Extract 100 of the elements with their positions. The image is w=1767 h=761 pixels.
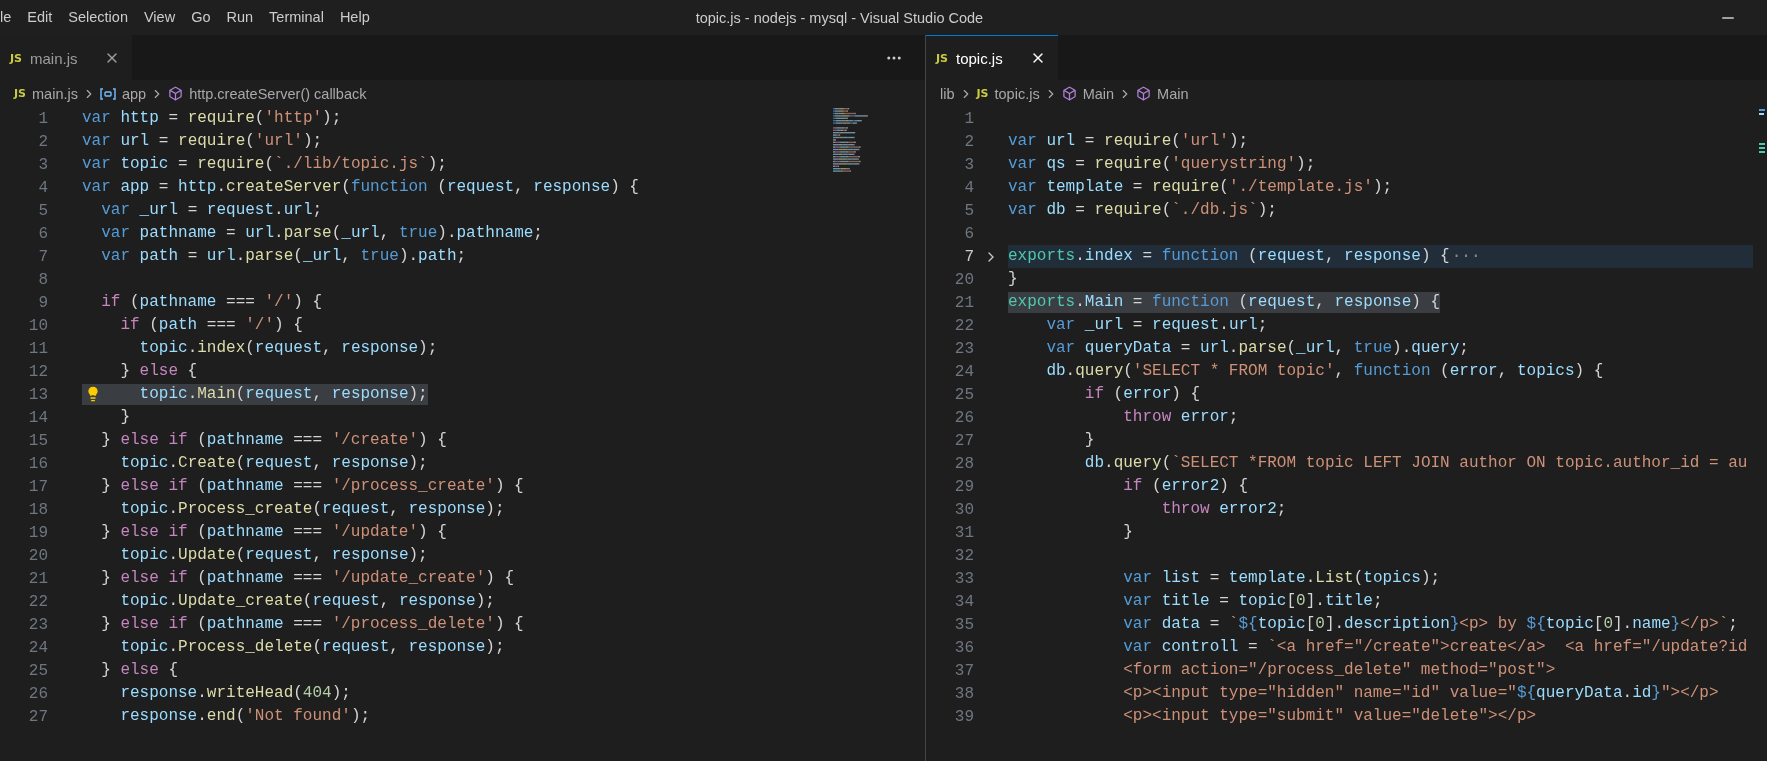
line-number: 24 — [28, 638, 48, 657]
line-number: 21 — [28, 569, 48, 588]
code-line: var title = topic[0].title; — [1122, 591, 1383, 612]
code-line: if (pathname === '/') { — [100, 292, 323, 313]
line-number: 4 — [38, 178, 48, 197]
code-line: } else if (pathname === '/process_create') { — [100, 476, 524, 497]
code-line: topic.Create(request, response); — [119, 453, 428, 474]
line-number: 20 — [28, 546, 48, 565]
lightbulb-icon[interactable] — [85, 386, 101, 402]
code-line: throw error; — [1122, 407, 1239, 428]
code-line: var app = http.createServer(function (request, response) { — [82, 177, 639, 198]
line-number: 26 — [28, 684, 48, 703]
menu-item[interactable]: Edit — [19, 0, 61, 35]
code-line: db.query('SELECT * FROM topic', function (error, topics) { — [1045, 361, 1604, 382]
js-file-icon: JS — [14, 87, 26, 100]
line-number: 11 — [28, 339, 48, 358]
code-line: } else if (pathname === '/process_delete') { — [100, 614, 524, 635]
line-number: 3 — [964, 155, 974, 174]
menu-item[interactable]: Run — [218, 0, 262, 35]
line-number: 5 — [964, 201, 974, 220]
line-number: 2 — [38, 132, 48, 151]
menu-item[interactable]: Go — [183, 0, 219, 35]
line-number: 27 — [954, 431, 974, 450]
breadcrumb-item[interactable]: http.createServer() callback — [189, 85, 367, 102]
line-number: 24 — [954, 362, 974, 381]
line-number: 39 — [954, 707, 974, 726]
line-number: 21 — [954, 293, 974, 312]
line-number: 8 — [38, 270, 48, 289]
menu-item[interactable]: Terminal — [261, 0, 332, 35]
code-line: } else { — [100, 660, 178, 681]
line-number: 30 — [954, 500, 974, 519]
line-number: 28 — [954, 454, 974, 473]
code-line: <p><input type="submit" value="delete"></p> — [1122, 706, 1537, 727]
menu-item[interactable]: Selection — [60, 0, 136, 35]
menu-item[interactable]: Help — [331, 0, 378, 35]
code-line: <p><input type="hidden" name="id" value="${queryData.id}"></p> — [1122, 683, 1719, 704]
code-line: var url = require('url'); — [1008, 131, 1249, 152]
breadcrumb-item[interactable]: Main — [1082, 85, 1115, 102]
line-number: 34 — [954, 592, 974, 611]
line-number: 38 — [954, 684, 974, 703]
code-line: var list = template.List(topics); — [1122, 568, 1441, 589]
cube-icon — [168, 86, 184, 101]
breadcrumb-item[interactable]: app — [121, 85, 147, 102]
code-line: response.end('Not found'); — [119, 706, 371, 727]
line-number: 19 — [28, 523, 48, 542]
code-line: topic.Update(request, response); — [119, 545, 428, 566]
line-number: 1 — [38, 109, 48, 128]
line-number: 7 — [38, 247, 48, 266]
window-title: topic.js - nodejs - mysql - Visual Studio Code — [695, 9, 984, 26]
breadcrumb-item[interactable]: topic.js — [994, 85, 1040, 102]
line-number: 35 — [954, 615, 974, 634]
line-number: 3 — [38, 155, 48, 174]
line-number: 20 — [954, 270, 974, 289]
line-number: 23 — [954, 339, 974, 358]
line-number: 5 — [38, 201, 48, 220]
breadcrumb-item[interactable]: lib — [940, 85, 955, 102]
line-number: 13 — [28, 385, 48, 404]
line-number: 26 — [954, 408, 974, 427]
line-number: 16 — [28, 454, 48, 473]
code-line: topic.index(request, response); — [138, 338, 438, 359]
code-line: throw error2; — [1160, 499, 1287, 520]
cube-icon — [1136, 86, 1152, 101]
menu-item[interactable]: le — [0, 0, 20, 35]
code-line: if (path === '/') { — [119, 315, 303, 336]
line-number: 25 — [954, 385, 974, 404]
line-number: 27 — [28, 707, 48, 726]
code-line: var topic = require(`./lib/topic.js`); — [82, 154, 447, 175]
menu-item[interactable]: View — [135, 0, 184, 35]
line-number: 9 — [38, 293, 48, 312]
line-number: 29 — [954, 477, 974, 496]
code-line: } else if (pathname === '/update_create') { — [100, 568, 515, 589]
editor-tab[interactable]: JS main.js — [0, 35, 132, 80]
breadcrumb-item[interactable]: main.js — [32, 85, 78, 102]
line-number: 36 — [954, 638, 974, 657]
code-line: } else if (pathname === '/update') { — [100, 522, 447, 543]
folded-ellipsis[interactable]: ··· — [1451, 246, 1481, 267]
code-line: } else { — [119, 361, 198, 382]
code-line: } — [1083, 430, 1095, 451]
code-line: } — [1008, 269, 1018, 290]
code-line: var _url = request.url; — [1045, 315, 1268, 336]
variable-icon — [99, 86, 116, 101]
code-line: topic.Update_create(request, response); — [119, 591, 495, 612]
code-line: if (error) { — [1083, 384, 1201, 405]
code-line: var pathname = url.parse(_url, true).pathname; — [100, 223, 543, 244]
breadcrumb-item[interactable]: Main — [1157, 85, 1189, 102]
line-number: 12 — [28, 362, 48, 381]
code-line: response.writeHead(404); — [119, 683, 351, 704]
line-number: 2 — [964, 132, 974, 151]
editor-tab[interactable]: JS topic.js — [926, 35, 1058, 80]
code-line: var queryData = url.parse(_url, true).query; — [1045, 338, 1469, 359]
line-number: 18 — [28, 500, 48, 519]
code-line: } else if (pathname === '/create') { — [100, 430, 447, 451]
line-number: 37 — [954, 661, 974, 680]
code-line: var path = url.parse(_url, true).path; — [100, 246, 467, 267]
line-number: 32 — [954, 546, 974, 565]
line-number: 25 — [28, 661, 48, 680]
line-number: 7 — [964, 247, 974, 266]
line-number: 31 — [954, 523, 974, 542]
line-number: 17 — [28, 477, 48, 496]
cube-icon — [1061, 86, 1077, 101]
